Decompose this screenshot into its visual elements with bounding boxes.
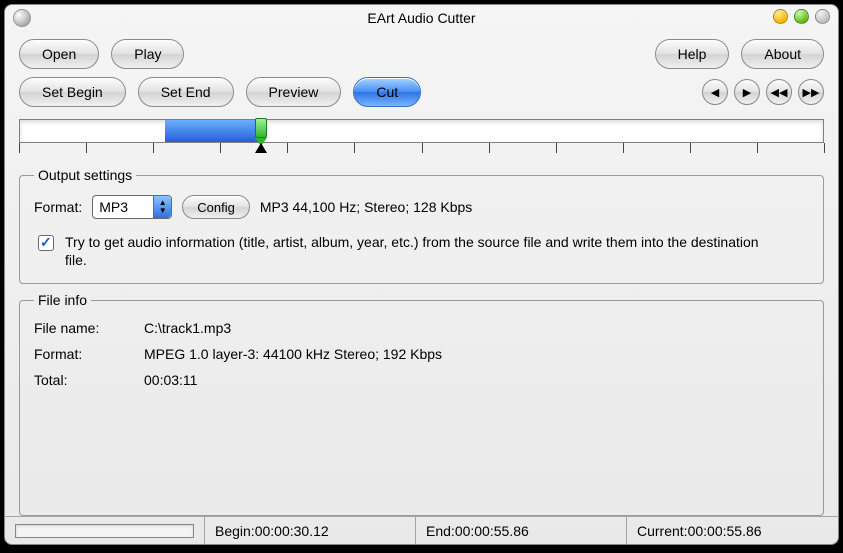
timeline-handle[interactable] [254,118,268,146]
arrow-left-icon: ◀ [711,86,719,99]
fast-forward-button[interactable]: ▶▶ [798,79,824,105]
set-begin-button[interactable]: Set Begin [19,77,126,107]
format-select-value: MP3 [99,199,128,215]
cut-button[interactable]: Cut [353,77,421,107]
status-current-label: Current: [637,523,688,539]
close-button[interactable] [815,9,830,24]
fileformat-label: Format: [34,346,144,362]
prev-button[interactable]: ◀ [702,79,728,105]
app-window: EArt Audio Cutter Open Play Help About S… [4,4,839,545]
format-label: Format: [34,199,82,215]
filename-value: C:\track1.mp3 [144,320,809,336]
help-button[interactable]: Help [655,39,730,69]
ruler-tick [287,143,288,153]
ruler-tick [824,143,825,153]
format-select[interactable]: MP3 ▲▼ [92,195,172,219]
status-progress-cell [5,517,205,544]
output-settings-group: Output settings Format: MP3 ▲▼ Config MP… [19,167,824,284]
filename-label: File name: [34,320,144,336]
ruler-tick [86,143,87,153]
maximize-button[interactable] [794,9,809,24]
copy-tags-label[interactable]: Try to get audio information (title, art… [65,233,765,269]
file-info-legend: File info [34,292,91,308]
status-end: End: 00:00:55.86 [416,517,627,544]
minimize-button[interactable] [773,9,788,24]
total-label: Total: [34,372,144,388]
status-current: Current: 00:00:55.86 [627,517,838,544]
copy-tags-checkbox[interactable] [38,235,54,251]
ruler-tick [220,143,221,153]
select-stepper-icon: ▲▼ [153,196,171,218]
ruler-tick [623,143,624,153]
timeline-cursor-icon [255,143,267,153]
file-info-group: File info File name: C:\track1.mp3 Forma… [19,292,824,516]
config-button[interactable]: Config [182,195,250,219]
ruler-tick [422,143,423,153]
fileformat-value: MPEG 1.0 layer-3: 44100 kHz Stereo; 192 … [144,346,809,362]
timeline-track[interactable] [19,119,824,143]
edit-toolbar: Set Begin Set End Preview Cut ◀ ▶ ◀◀ ▶▶ [19,77,824,107]
about-button[interactable]: About [741,39,824,69]
ruler-tick [556,143,557,153]
status-current-value: 00:00:55.86 [688,523,762,539]
ruler-tick [690,143,691,153]
status-end-value: 00:00:55.86 [455,523,529,539]
window-controls [773,9,830,24]
timeline-selection [165,120,261,142]
preview-button[interactable]: Preview [246,77,342,107]
format-description: MP3 44,100 Hz; Stereo; 128 Kbps [260,199,472,215]
window-title: EArt Audio Cutter [5,10,838,26]
ruler-tick [19,143,20,153]
open-button[interactable]: Open [19,39,99,69]
top-toolbar: Open Play Help About [19,39,824,69]
fast-forward-icon: ▶▶ [803,86,820,99]
ruler-tick [489,143,490,153]
ruler-tick [153,143,154,153]
next-button[interactable]: ▶ [734,79,760,105]
status-begin: Begin: 00:00:30.12 [205,517,416,544]
status-begin-label: Begin: [215,523,255,539]
status-bar: Begin: 00:00:30.12 End: 00:00:55.86 Curr… [5,516,838,544]
play-button[interactable]: Play [111,39,184,69]
status-begin-value: 00:00:30.12 [255,523,329,539]
ruler-tick [757,143,758,153]
app-icon [13,9,31,27]
timeline-ruler [19,143,824,159]
titlebar: EArt Audio Cutter [5,5,838,31]
output-settings-legend: Output settings [34,167,136,183]
total-value: 00:03:11 [144,372,809,388]
rewind-icon: ◀◀ [771,86,788,99]
ruler-tick [354,143,355,153]
progress-bar [15,524,194,538]
arrow-right-icon: ▶ [743,86,751,99]
rewind-button[interactable]: ◀◀ [766,79,792,105]
status-end-label: End: [426,523,455,539]
set-end-button[interactable]: Set End [138,77,234,107]
